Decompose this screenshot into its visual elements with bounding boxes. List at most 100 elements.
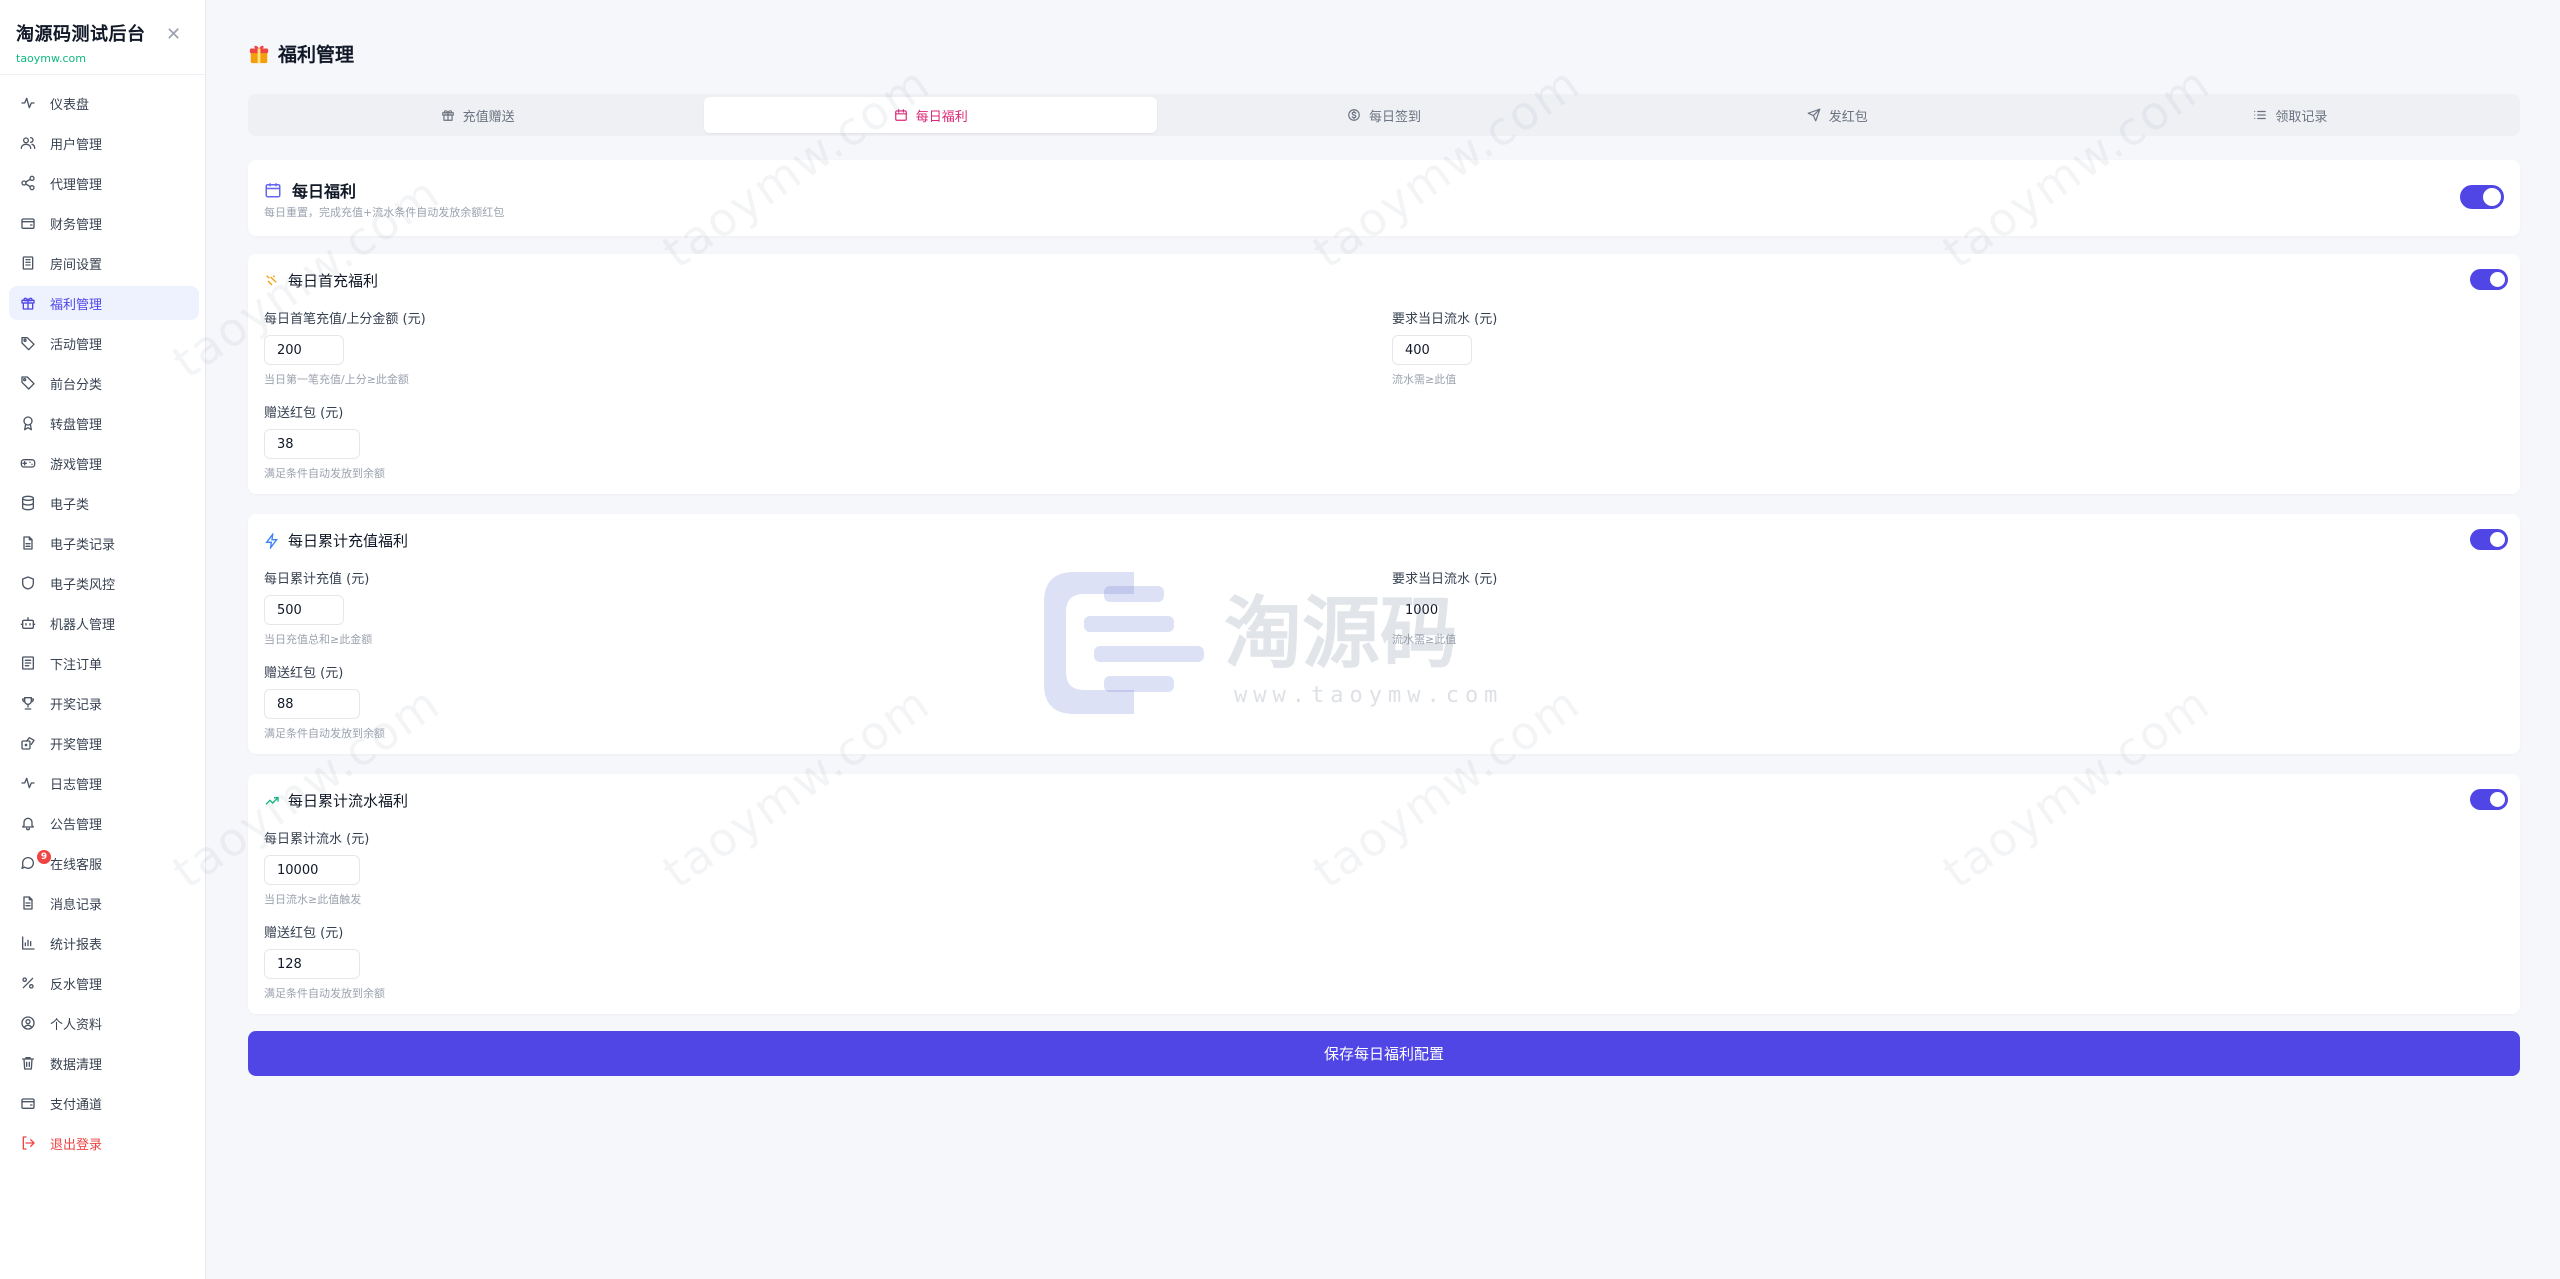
first-recharge-header: 每日首充福利 bbox=[264, 270, 378, 291]
wallet-icon bbox=[20, 1095, 36, 1111]
sidebar-item-label: 房间设置 bbox=[50, 257, 103, 273]
sidebar-item-label: 转盘管理 bbox=[50, 417, 103, 433]
sidebar-item-22[interactable]: 反水管理 bbox=[9, 966, 199, 1000]
cumulative-turnover-card: 每日累计流水福利 每日累计流水 (元) 10000 当日流水≥此值触发 赠送红包… bbox=[248, 774, 2520, 1014]
sidebar: 淘源码测试后台 taoymw.com ✕ 仪表盘 用户管理 代理管理 财务管理 房间设置… bbox=[0, 0, 206, 1279]
sidebar-item-15[interactable]: 开奖记录 bbox=[9, 686, 199, 720]
sidebar-item-16[interactable]: 开奖管理 bbox=[9, 726, 199, 760]
cumulative-recharge-amount-input[interactable]: 500 bbox=[264, 595, 344, 625]
first-recharge-amount-input[interactable]: 200 bbox=[264, 335, 344, 365]
sidebar-item-9[interactable]: 游戏管理 bbox=[9, 446, 199, 480]
tab-1[interactable]: 每日福利 bbox=[704, 97, 1158, 133]
file-icon bbox=[20, 535, 36, 551]
coin-icon bbox=[1347, 108, 1369, 122]
field-hint: 当日充值总和≥此金额 bbox=[264, 633, 373, 646]
sidebar-item-7[interactable]: 前台分类 bbox=[9, 366, 199, 400]
cumulative-turnover-bonus-field: 赠送红包 (元) 128 满足条件自动发放到余额 bbox=[264, 922, 385, 1001]
sidebar-item-label: 代理管理 bbox=[50, 177, 103, 193]
sidebar-item-26[interactable]: 退出登录 bbox=[9, 1126, 199, 1160]
sidebar-item-24[interactable]: 数据清理 bbox=[9, 1046, 199, 1080]
sidebar-item-label: 统计报表 bbox=[50, 937, 103, 953]
sidebar-item-label: 用户管理 bbox=[50, 137, 103, 153]
cumulative-recharge-bonus-input[interactable]: 88 bbox=[264, 689, 360, 719]
daily-welfare-card: 每日福利 每日重置，完成充值+流水条件自动发放余额红包 bbox=[248, 160, 2520, 236]
sidebar-item-label: 游戏管理 bbox=[50, 457, 103, 473]
cumulative-recharge-card: 每日累计充值福利 每日累计充值 (元) 500 当日充值总和≥此金额 要求当日流… bbox=[248, 514, 2520, 754]
cumulative-turnover-amount-input[interactable]: 10000 bbox=[264, 855, 360, 885]
cumulative-turnover-amount-field: 每日累计流水 (元) 10000 当日流水≥此值触发 bbox=[264, 828, 369, 907]
daily-welfare-title: 每日福利 bbox=[292, 182, 357, 201]
sidebar-item-10[interactable]: 电子类 bbox=[9, 486, 199, 520]
tab-0[interactable]: 充值赠送 bbox=[251, 97, 704, 133]
sidebar-item-3[interactable]: 财务管理 bbox=[9, 206, 199, 240]
tab-label: 领取记录 bbox=[2275, 109, 2328, 125]
sidebar-item-19[interactable]: 在线客服 9 bbox=[9, 846, 199, 880]
field-hint: 满足条件自动发放到余额 bbox=[264, 467, 385, 480]
sidebar-item-4[interactable]: 房间设置 bbox=[9, 246, 199, 280]
sidebar-item-25[interactable]: 支付通道 bbox=[9, 1086, 199, 1120]
field-hint: 流水需≥此值 bbox=[1392, 373, 1457, 386]
cumulative-turnover-title: 每日累计流水福利 bbox=[288, 792, 409, 810]
sidebar-item-label: 反水管理 bbox=[50, 977, 103, 993]
sidebar-item-label: 日志管理 bbox=[50, 777, 103, 793]
tab-4[interactable]: 领取记录 bbox=[2064, 97, 2517, 133]
activity-icon bbox=[20, 775, 36, 791]
list-icon bbox=[2253, 108, 2275, 122]
sidebar-item-11[interactable]: 电子类记录 bbox=[9, 526, 199, 560]
brand-title: 淘源码测试后台 bbox=[16, 24, 146, 45]
sidebar-item-label: 消息记录 bbox=[50, 897, 103, 913]
database-icon bbox=[20, 495, 36, 511]
field-label: 赠送红包 (元) bbox=[264, 406, 344, 421]
sidebar-item-23[interactable]: 个人资料 bbox=[9, 1006, 199, 1040]
sidebar-item-label: 活动管理 bbox=[50, 337, 103, 353]
gift-icon bbox=[20, 295, 36, 311]
tab-3[interactable]: 发红包 bbox=[1611, 97, 2064, 133]
first-recharge-toggle[interactable] bbox=[2470, 269, 2508, 290]
cumulative-recharge-turnover-input[interactable]: 1000 bbox=[1392, 595, 1472, 625]
first-recharge-card: 每日首充福利 每日首笔充值/上分金额 (元) 200 当日第一笔充值/上分≥此金… bbox=[248, 254, 2520, 494]
cumulative-turnover-bonus-input[interactable]: 128 bbox=[264, 949, 360, 979]
sidebar-item-label: 福利管理 bbox=[50, 297, 103, 313]
save-daily-welfare-button[interactable]: 保存每日福利配置 bbox=[248, 1031, 2520, 1076]
sidebar-item-5[interactable]: 福利管理 bbox=[9, 286, 199, 320]
shield-icon bbox=[20, 575, 36, 591]
cumulative-recharge-turnover-field: 要求当日流水 (元) 1000 流水需≥此值 bbox=[1392, 568, 1497, 647]
field-label: 每日累计充值 (元) bbox=[264, 572, 370, 587]
sidebar-item-label: 机器人管理 bbox=[50, 617, 116, 633]
sidebar-item-label: 个人资料 bbox=[50, 1017, 103, 1033]
sidebar-item-13[interactable]: 机器人管理 bbox=[9, 606, 199, 640]
sidebar-item-18[interactable]: 公告管理 bbox=[9, 806, 199, 840]
first-recharge-bonus-input[interactable]: 38 bbox=[264, 429, 360, 459]
sidebar-item-1[interactable]: 用户管理 bbox=[9, 126, 199, 160]
tag-icon bbox=[20, 335, 36, 351]
sidebar-item-6[interactable]: 活动管理 bbox=[9, 326, 199, 360]
daily-welfare-header: 每日福利 bbox=[264, 178, 356, 202]
cumulative-recharge-header: 每日累计充值福利 bbox=[264, 530, 408, 551]
first-recharge-turnover-input[interactable]: 400 bbox=[1392, 335, 1472, 365]
bell-icon bbox=[20, 815, 36, 831]
sidebar-item-14[interactable]: 下注订单 bbox=[9, 646, 199, 680]
field-label: 赠送红包 (元) bbox=[264, 926, 344, 941]
sidebar-item-label: 电子类 bbox=[50, 497, 90, 513]
sidebar-item-2[interactable]: 代理管理 bbox=[9, 166, 199, 200]
sidebar-item-12[interactable]: 电子类风控 bbox=[9, 566, 199, 600]
sidebar-item-label: 公告管理 bbox=[50, 817, 103, 833]
tags-icon bbox=[20, 375, 36, 391]
sidebar-item-0[interactable]: 仪表盘 bbox=[9, 86, 199, 120]
sidebar-item-17[interactable]: 日志管理 bbox=[9, 766, 199, 800]
dice-icon bbox=[20, 735, 36, 751]
sidebar-item-21[interactable]: 统计报表 bbox=[9, 926, 199, 960]
trending-up-icon bbox=[265, 796, 279, 805]
sidebar-item-20[interactable]: 消息记录 bbox=[9, 886, 199, 920]
cumulative-recharge-toggle[interactable] bbox=[2470, 529, 2508, 550]
cumulative-turnover-toggle[interactable] bbox=[2470, 789, 2508, 810]
field-hint: 当日第一笔充值/上分≥此金额 bbox=[264, 373, 409, 386]
activity-icon bbox=[20, 95, 36, 111]
close-icon[interactable]: ✕ bbox=[166, 26, 181, 44]
daily-welfare-toggle[interactable] bbox=[2460, 185, 2504, 209]
page-title-text: 福利管理 bbox=[278, 44, 355, 66]
divider bbox=[0, 74, 206, 75]
cumulative-recharge-title: 每日累计充值福利 bbox=[288, 532, 409, 550]
tab-2[interactable]: 每日签到 bbox=[1157, 97, 1610, 133]
sidebar-item-8[interactable]: 转盘管理 bbox=[9, 406, 199, 440]
